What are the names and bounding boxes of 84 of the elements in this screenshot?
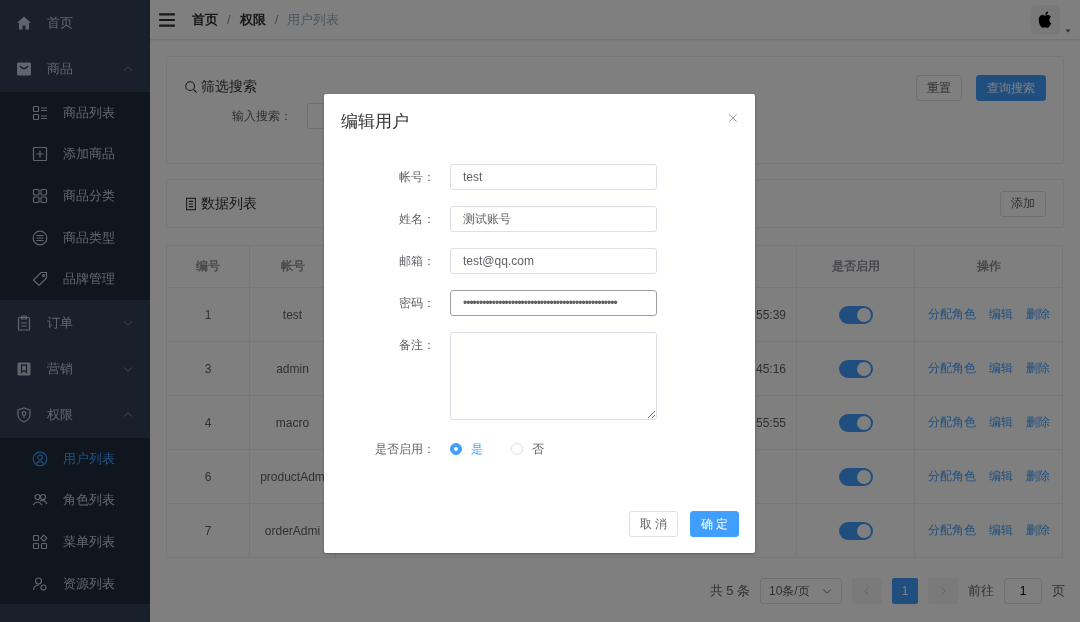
page-number[interactable]: 1 (892, 578, 918, 604)
search-button[interactable]: 查询搜索 (976, 75, 1046, 101)
document-icon (184, 196, 198, 211)
input-field[interactable]: 测试账号 (450, 206, 657, 232)
apps-icon (32, 533, 48, 550)
breadcrumb-link[interactable]: 首页 (192, 10, 218, 29)
avatar[interactable] (1030, 4, 1060, 35)
sidebar-subitem[interactable]: 菜单列表 (0, 521, 150, 563)
plus-square-icon (32, 146, 48, 163)
user-gear-icon (32, 575, 48, 592)
close-icon[interactable] (727, 112, 739, 124)
action-link[interactable]: 删除 (1025, 306, 1050, 323)
field-label: 邮箱： (398, 253, 436, 270)
action-link[interactable]: 删除 (1025, 522, 1050, 539)
sidebar-subitem[interactable]: 商品列表 (0, 92, 150, 134)
action-link[interactable]: 编辑 (988, 414, 1013, 431)
sidebar-item[interactable]: 营销 (0, 345, 150, 392)
page-size-select[interactable]: 10条/页 (760, 578, 842, 604)
user-circle-icon (32, 450, 48, 467)
table-cell: 6 (166, 449, 250, 504)
goto-suffix: 页 (1052, 582, 1065, 600)
field-label: 输入搜索： (232, 107, 292, 125)
breadcrumb-separator: / (274, 12, 279, 27)
text-area[interactable] (450, 332, 657, 420)
input-field[interactable]: test (450, 164, 657, 190)
table-cell: 4 (166, 395, 250, 450)
action-link[interactable]: 编辑 (988, 468, 1013, 485)
card-title: 筛选搜索 (201, 78, 257, 96)
field-label: 密码： (398, 295, 436, 312)
field-label: 姓名： (398, 211, 436, 228)
shield-icon (16, 406, 32, 423)
toggle-switch[interactable] (838, 467, 873, 486)
toggle-switch[interactable] (838, 521, 873, 540)
sidebar-subitem[interactable]: 资源列表 (0, 562, 150, 605)
action-link[interactable]: 分配角色 (927, 360, 976, 377)
action-link[interactable]: 删除 (1025, 360, 1050, 377)
bag-icon (16, 61, 32, 77)
home-icon (16, 15, 32, 31)
sidebar-subitem[interactable]: 角色列表 (0, 479, 150, 522)
sidebar-item[interactable]: 权限 (0, 391, 150, 438)
list-circle-icon (32, 229, 48, 246)
table-cell: 7 (166, 503, 250, 558)
action-link[interactable]: 删除 (1025, 414, 1050, 431)
tag-icon (32, 271, 48, 288)
list-icon (32, 104, 48, 121)
sidebar-subitem[interactable]: 商品分类 (0, 175, 150, 217)
action-link[interactable]: 编辑 (988, 360, 1013, 377)
sidebar-subitem[interactable]: 商品类型 (0, 216, 150, 259)
sidebar-subitem[interactable]: 品牌管理 (0, 258, 150, 300)
breadcrumb-separator: / (227, 12, 231, 27)
sidebar-subitem[interactable]: 用户列表 (0, 437, 150, 480)
toggle-switch[interactable] (838, 305, 873, 324)
sidebar-item[interactable]: 商品 (0, 46, 150, 92)
action-link[interactable]: 分配角色 (927, 522, 976, 539)
action-link[interactable]: 分配角色 (927, 306, 976, 323)
goto-label: 前往 (968, 582, 994, 600)
table-cell: 3 (166, 341, 250, 396)
reset-button[interactable]: 重置 (916, 75, 962, 101)
toggle-switch[interactable] (838, 359, 873, 378)
input-field[interactable]: test@qq.com (450, 248, 657, 274)
dialog-title: 编辑用户 (341, 111, 409, 133)
menu-icon (158, 10, 176, 29)
toggle-switch[interactable] (838, 413, 873, 432)
page-field[interactable]: 1 (1004, 578, 1042, 604)
confirm-button[interactable]: 确 定 (690, 511, 739, 537)
search-icon (184, 80, 198, 94)
action-link[interactable]: 分配角色 (927, 414, 976, 431)
breadcrumb-link[interactable]: 权限 (239, 10, 266, 29)
cancel-button[interactable]: 取 消 (629, 511, 678, 537)
sidebar-item[interactable]: 首页 (0, 0, 150, 46)
ticket-icon (16, 360, 32, 377)
field-label: 帐号： (398, 169, 436, 186)
action-link[interactable]: 编辑 (988, 522, 1013, 539)
total-count: 共 5 条 (709, 582, 750, 600)
card-title: 数据列表 (201, 194, 257, 213)
action-link[interactable]: 分配角色 (927, 468, 976, 485)
grid-icon (32, 188, 48, 204)
table-cell: 1 (166, 287, 250, 342)
input-field[interactable]: •••••••••••••••••••••••••••••••••••••••••••••••• (450, 290, 657, 316)
clipboard-icon (16, 314, 32, 331)
sidebar-subitem[interactable]: 添加商品 (0, 133, 150, 176)
action-link[interactable]: 删除 (1025, 468, 1050, 485)
add-button[interactable]: 添加 (1000, 190, 1046, 217)
action-link[interactable]: 编辑 (988, 306, 1013, 323)
